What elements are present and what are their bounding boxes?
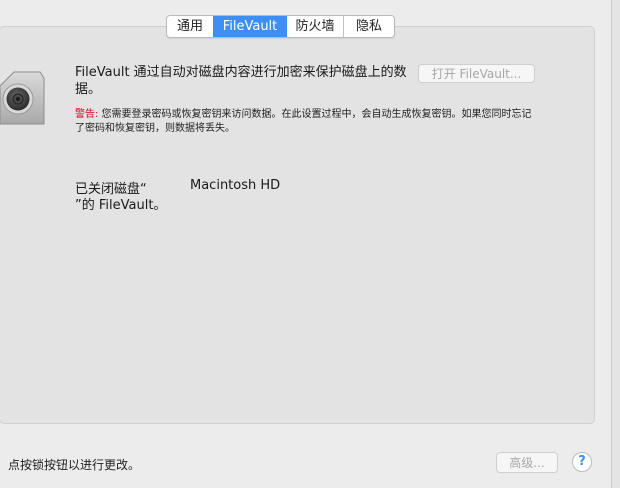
tab-firewall[interactable]: 防火墙 [286,16,343,37]
warning-text: 您需要登录密码或恢复密钥来访问数据。在此设置过程中，会自动生成恢复密钥。如果您同… [75,109,532,134]
advanced-button[interactable]: 高级... [496,452,558,473]
tab-filevault[interactable]: FileVault [213,16,286,37]
disk-name: Macintosh HD [190,178,281,193]
tab-privacy[interactable]: 隐私 [343,16,394,37]
tab-general[interactable]: 通用 [167,16,213,37]
filevault-description: FileVault 通过自动对磁盘内容进行加密来保护磁盘上的数据。 [75,65,407,97]
warning-prefix: 警告: [75,109,99,120]
warning-message: 警告: 您需要登录密码或恢复密钥来访问数据。在此设置过程中，会自动生成恢复密钥。… [75,108,535,136]
status-suffix: ”的 FileVault。 [75,198,167,213]
filevault-icon [0,71,45,125]
turn-on-filevault-button[interactable]: 打开 FileVault... [418,64,535,83]
tab-bar: 通用 FileVault 防火墙 隐私 [166,15,395,38]
help-button[interactable]: ? [572,452,592,472]
window-edge [611,0,620,488]
lock-hint-text: 点按锁按钮以进行更改。 [8,458,141,472]
